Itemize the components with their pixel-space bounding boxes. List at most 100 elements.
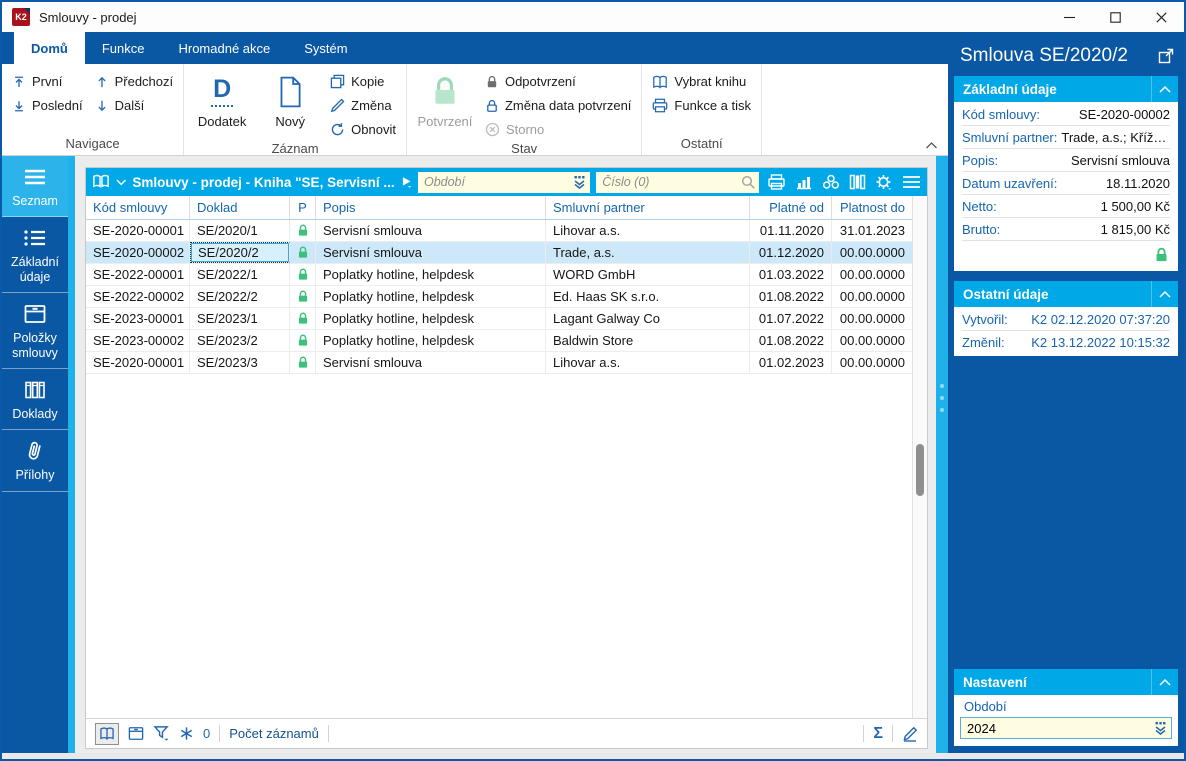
cell-valid-from[interactable]: 01.07.2022 [750, 308, 832, 329]
collapse-section-button[interactable] [1152, 281, 1178, 307]
cell-valid-to[interactable]: 00.00.0000 [832, 352, 912, 373]
cell-desc[interactable]: Poplatky hotline, helpdesk [316, 308, 546, 329]
cell-partner[interactable]: Lagant Galway Co [546, 308, 750, 329]
record-count-label[interactable]: Počet záznamů [229, 726, 319, 741]
period-dropdown-icon[interactable] [1153, 721, 1168, 735]
cell-code[interactable]: SE-2020-00001 [86, 352, 190, 373]
table-row[interactable]: SE-2020-00001 SE/2023/3 Servisní smlouva… [86, 352, 912, 374]
refresh-button[interactable]: Obnovit [330, 119, 396, 140]
open-in-window-icon[interactable] [1158, 48, 1174, 64]
tab-funkce[interactable]: Funkce [85, 32, 162, 64]
tab-domu[interactable]: Domů [14, 32, 85, 64]
print-icon[interactable] [767, 174, 786, 190]
columns-icon[interactable] [849, 174, 866, 190]
cell-valid-to[interactable]: 00.00.0000 [832, 286, 912, 307]
cell-code[interactable]: SE-2023-00001 [86, 308, 190, 329]
cell-valid-to[interactable]: 00.00.0000 [832, 330, 912, 351]
period-input[interactable] [960, 717, 1172, 739]
cell-desc[interactable]: Poplatky hotline, helpdesk [316, 330, 546, 351]
book-icon[interactable] [92, 174, 110, 190]
next-button[interactable]: Další [95, 95, 174, 116]
basic-data-header[interactable]: Základní údaje [954, 76, 1178, 102]
column-header-platne-od[interactable]: Platné od [750, 196, 832, 219]
cell-doc-focused[interactable]: SE/2020/2 [190, 242, 290, 263]
close-button[interactable] [1138, 2, 1184, 32]
sidebar-item-zakladni-udaje[interactable]: Základní údaje [2, 217, 68, 293]
cell-valid-from[interactable]: 01.08.2022 [750, 286, 832, 307]
collapse-section-button[interactable] [1152, 76, 1178, 102]
cell-partner[interactable]: Baldwin Store [546, 330, 750, 351]
table-row[interactable]: SE-2023-00001 SE/2023/1 Poplatky hotline… [86, 308, 912, 330]
cell-desc[interactable]: Servisní smlouva [316, 242, 546, 263]
new-button[interactable]: Nový [262, 68, 318, 129]
cell-partner[interactable]: Lihovar a.s. [546, 352, 750, 373]
period-dropdown-icon[interactable] [572, 175, 587, 189]
filter-icon[interactable] [153, 725, 170, 742]
cell-valid-from[interactable]: 01.02.2023 [750, 352, 832, 373]
cell-status[interactable] [290, 352, 316, 373]
cell-status[interactable] [290, 264, 316, 285]
last-button[interactable]: Poslední [12, 95, 83, 116]
cell-doc[interactable]: SE/2022/2 [190, 286, 290, 307]
container-view-icon[interactable] [128, 726, 144, 741]
change-button[interactable]: Změna [330, 95, 396, 116]
cell-desc[interactable]: Servisní smlouva [316, 352, 546, 373]
cell-valid-to[interactable]: 00.00.0000 [832, 308, 912, 329]
number-filter-input[interactable] [596, 172, 759, 193]
cell-valid-from[interactable]: 01.08.2022 [750, 330, 832, 351]
table-row-selected[interactable]: SE-2020-00002 SE/2020/2 Servisní smlouva… [86, 242, 912, 264]
sidebar-splitter[interactable] [68, 156, 75, 753]
other-data-header[interactable]: Ostatní údaje [954, 281, 1178, 307]
cell-desc[interactable]: Poplatky hotline, helpdesk [316, 264, 546, 285]
cell-partner[interactable]: Lihovar a.s. [546, 220, 750, 241]
table-row[interactable]: SE-2022-00001 SE/2022/1 Poplatky hotline… [86, 264, 912, 286]
scrollbar-thumb[interactable] [916, 444, 924, 496]
first-button[interactable]: První [12, 71, 83, 92]
collapse-ribbon-button[interactable] [925, 141, 938, 150]
column-header-kod-smlouvy[interactable]: Kód smlouvy [86, 196, 190, 219]
period-filter-input[interactable] [418, 172, 590, 193]
storno-button[interactable]: Storno [485, 119, 631, 140]
table-row[interactable]: SE-2022-00002 SE/2022/2 Poplatky hotline… [86, 286, 912, 308]
confirm-button[interactable]: Potvrzení [417, 68, 473, 129]
maximize-button[interactable] [1092, 2, 1138, 32]
collapse-section-button[interactable] [1152, 669, 1178, 695]
cell-valid-from[interactable]: 01.11.2020 [750, 220, 832, 241]
cell-partner[interactable]: Trade, a.s. [546, 242, 750, 263]
book-title[interactable]: Smlouvy - prodej - Kniha "SE, Servisní .… [132, 175, 394, 190]
cell-doc[interactable]: SE/2023/3 [190, 352, 290, 373]
cell-status[interactable] [290, 242, 316, 263]
cell-doc[interactable]: SE/2020/1 [190, 220, 290, 241]
cell-partner[interactable]: Ed. Haas SK s.r.o. [546, 286, 750, 307]
cell-desc[interactable]: Poplatky hotline, helpdesk [316, 286, 546, 307]
chevron-down-icon[interactable] [116, 179, 126, 186]
tab-hromadne-akce[interactable]: Hromadné akce [161, 32, 287, 64]
search-icon[interactable] [741, 175, 756, 190]
cell-code[interactable]: SE-2022-00001 [86, 264, 190, 285]
gear-icon[interactable] [875, 174, 893, 191]
table-row[interactable]: SE-2023-00002 SE/2023/2 Poplatky hotline… [86, 330, 912, 352]
select-book-button[interactable]: Vybrat knihu [652, 71, 751, 92]
cell-valid-from[interactable]: 01.03.2022 [750, 264, 832, 285]
hamburger-menu-icon[interactable] [902, 175, 921, 189]
cell-valid-to[interactable]: 00.00.0000 [832, 264, 912, 285]
cell-status[interactable] [290, 286, 316, 307]
sidebar-item-doklady[interactable]: Doklady [2, 369, 68, 430]
cell-desc[interactable]: Servisní smlouva [316, 220, 546, 241]
functions-icon[interactable] [822, 174, 840, 190]
play-icon[interactable] [401, 176, 412, 188]
column-header-popis[interactable]: Popis [316, 196, 546, 219]
edit-pencil-icon[interactable] [902, 726, 918, 742]
tab-system[interactable]: Systém [287, 32, 364, 64]
cell-status[interactable] [290, 308, 316, 329]
column-header-doklad[interactable]: Doklad [190, 196, 290, 219]
minimize-button[interactable] [1046, 2, 1092, 32]
panel-splitter[interactable] [936, 156, 948, 753]
cell-code[interactable]: SE-2022-00002 [86, 286, 190, 307]
chart-icon[interactable] [795, 175, 813, 190]
cell-doc[interactable]: SE/2023/1 [190, 308, 290, 329]
cell-valid-to[interactable]: 00.00.0000 [832, 242, 912, 263]
table-row[interactable]: SE-2020-00001 SE/2020/1 Servisní smlouva… [86, 220, 912, 242]
copy-button[interactable]: Kopie [330, 71, 396, 92]
change-confirm-date-button[interactable]: Změna data potvrzení [485, 95, 631, 116]
